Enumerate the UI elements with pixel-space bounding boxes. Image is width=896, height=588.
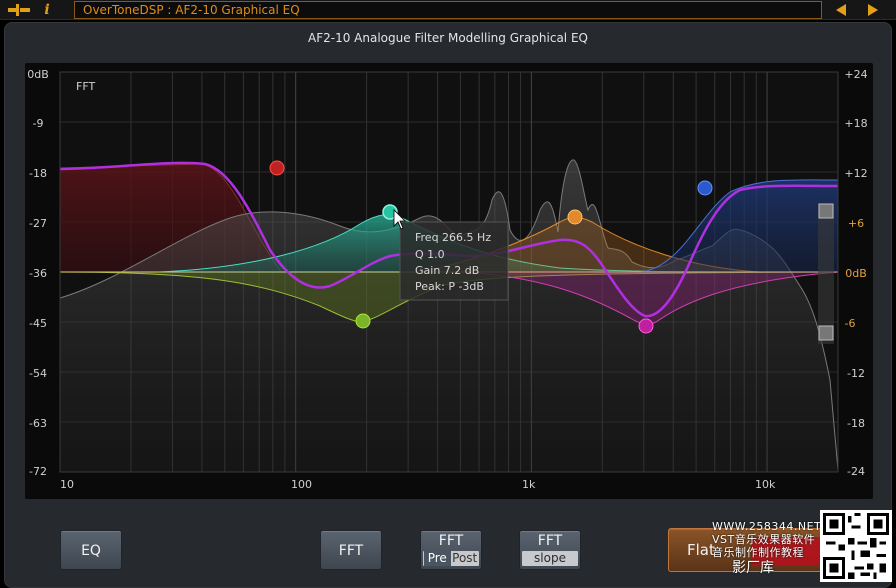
tooltip-freq: Freq 266.5 Hz xyxy=(415,231,491,244)
right-axis-label: -24 xyxy=(847,465,865,478)
x-axis-label: 10 xyxy=(60,478,74,491)
qr-code-icon xyxy=(820,510,892,582)
x-axis-label: 1k xyxy=(522,478,536,491)
left-axis-label: -18 xyxy=(29,167,47,180)
right-axis-label: -6 xyxy=(845,317,856,330)
tooltip-q: Q 1.0 xyxy=(415,248,445,261)
post-option[interactable]: Post xyxy=(451,551,478,566)
tooltip-peak: Peak: P -3dB xyxy=(415,280,484,293)
left-axis: 0dB -9 -18 -27 -36 -45 -54 -63 -72 xyxy=(27,68,49,478)
tooltip-gain: Gain 7.2 dB xyxy=(415,264,479,277)
band4-handle[interactable] xyxy=(567,209,583,225)
eq-button[interactable]: EQ xyxy=(60,530,122,570)
eq-graph[interactable]: Freq 266.5 Hz Q 1.0 Gain 7.2 dB Peak: P … xyxy=(0,0,896,588)
right-axis-label: +6 xyxy=(848,217,864,230)
x-axis: 10 100 1k 10k xyxy=(60,478,776,491)
watermark-line: WWW.258344.NET xyxy=(712,520,822,533)
fft-button[interactable]: FFT xyxy=(320,530,382,570)
x-axis-label: 10k xyxy=(755,478,776,491)
fft-slope-button[interactable]: FFT slope xyxy=(519,530,581,570)
band6-handle[interactable] xyxy=(697,180,713,196)
band-tooltip: Freq 266.5 Hz Q 1.0 Gain 7.2 dB Peak: P … xyxy=(399,221,509,301)
watermark-line: 音乐制作制作教程 xyxy=(712,546,804,559)
left-axis-label: -54 xyxy=(29,367,47,380)
flat-label: Flat xyxy=(687,541,715,559)
band2-handle[interactable] xyxy=(355,313,371,329)
fft-pre-post-label: FFT xyxy=(438,533,464,549)
left-axis-label: -63 xyxy=(29,417,47,430)
right-axis-label: -18 xyxy=(847,417,865,430)
right-axis-label: 0dB xyxy=(845,267,867,280)
output-level-meter[interactable] xyxy=(818,203,834,344)
left-axis-label: -9 xyxy=(33,117,44,130)
x-axis-label: 100 xyxy=(291,478,312,491)
right-axis-label: +12 xyxy=(844,167,867,180)
right-axis-label: -12 xyxy=(847,367,865,380)
band1-handle[interactable] xyxy=(269,160,285,176)
watermark-line: 影厂库 xyxy=(732,560,774,576)
fft-slope-label: FFT xyxy=(537,533,563,549)
left-axis-label: 0dB xyxy=(27,68,49,81)
band5-handle[interactable] xyxy=(638,318,654,334)
left-axis-label: -72 xyxy=(29,465,47,478)
right-axis-label: +24 xyxy=(844,68,867,81)
pre-post-toggle[interactable]: Pre Post xyxy=(423,551,479,566)
left-axis-label: -45 xyxy=(29,317,47,330)
left-axis-label: -36 xyxy=(29,267,47,280)
fft-pre-post-button[interactable]: FFT Pre Post xyxy=(420,530,482,570)
fft-label: FFT xyxy=(76,80,95,93)
watermark: WWW.258344.NET VST音乐效果器软件 音乐制作制作教程 影厂库 xyxy=(712,520,822,584)
watermark-line: VST音乐效果器软件 xyxy=(712,533,816,546)
right-axis-label: +18 xyxy=(844,117,867,130)
right-axis: +24 +18 +12 +6 0dB -6 -12 -18 -24 xyxy=(844,68,867,478)
pre-option[interactable]: Pre xyxy=(423,551,451,566)
slope-option: slope xyxy=(522,551,578,566)
left-axis-label: -27 xyxy=(29,217,47,230)
